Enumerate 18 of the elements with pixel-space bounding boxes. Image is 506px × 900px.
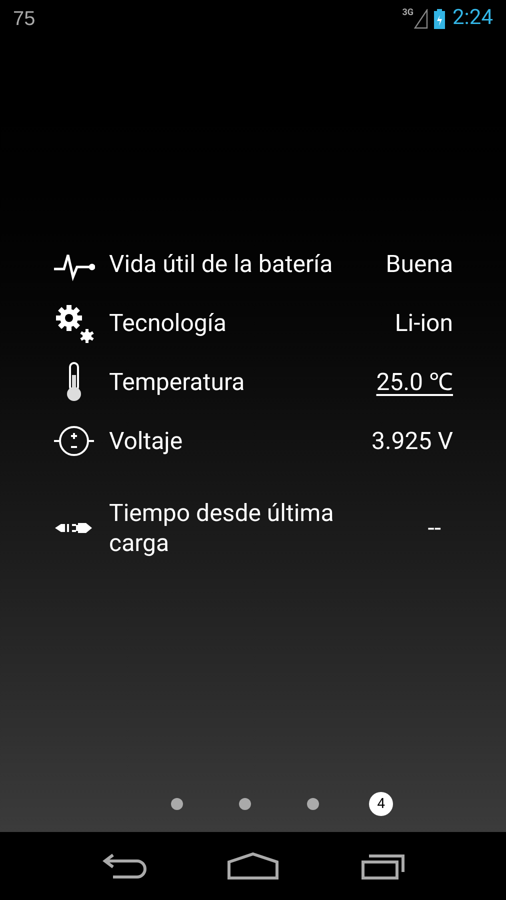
row-label: Vida útil de la batería xyxy=(109,248,334,278)
home-icon[interactable] xyxy=(226,852,280,880)
row-value: Buena xyxy=(386,248,453,278)
clock: 2:24 xyxy=(452,5,493,32)
row-label: Voltaje xyxy=(109,426,184,456)
row-value: 25.0 ℃ xyxy=(376,366,453,396)
recent-apps-icon[interactable] xyxy=(358,852,407,880)
page-indicator[interactable]: 4 xyxy=(369,792,393,816)
status-number: 75 xyxy=(13,7,36,32)
row-value: Li-ion xyxy=(394,308,453,338)
row-label: Temperatura xyxy=(109,366,246,396)
network-type: 3G xyxy=(402,7,414,20)
signal-icon xyxy=(414,9,428,29)
row-value: -- xyxy=(428,513,441,543)
battery-charging-icon xyxy=(434,9,444,29)
row-label: Tecnología xyxy=(109,308,228,338)
row-value: 3.925 V xyxy=(371,426,453,456)
row-label: Tiempo desde última carga xyxy=(109,498,335,558)
